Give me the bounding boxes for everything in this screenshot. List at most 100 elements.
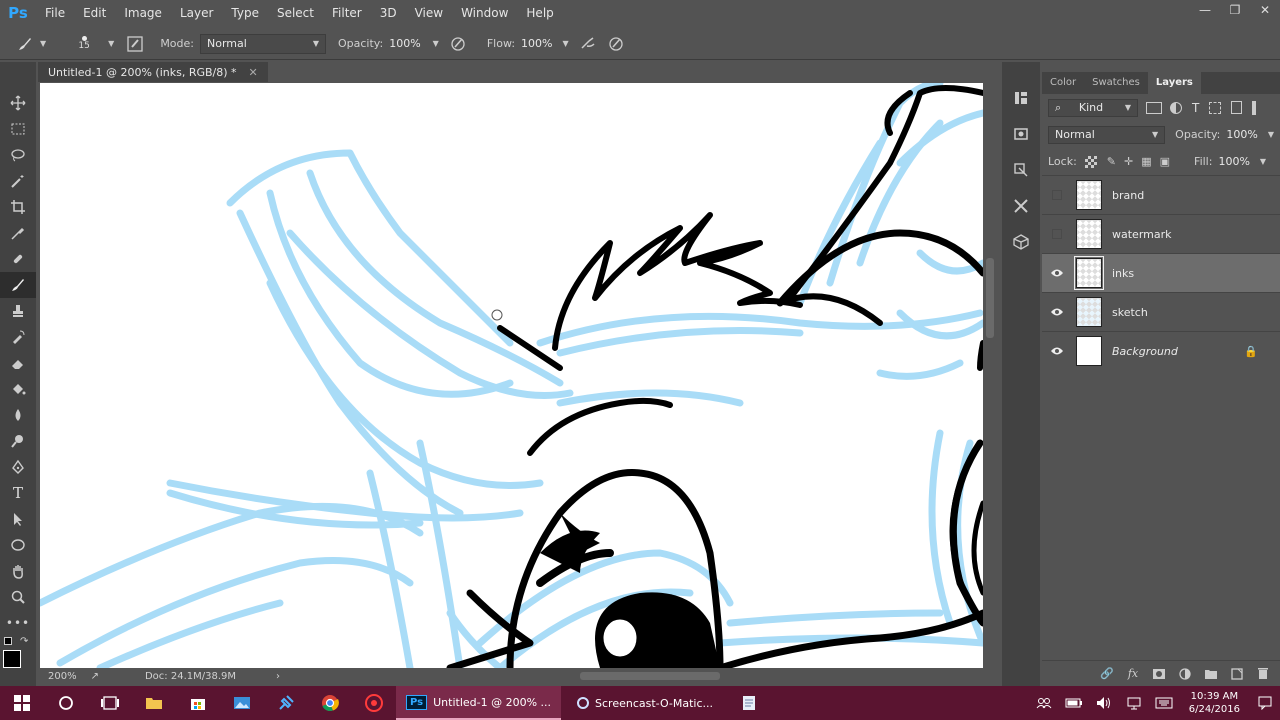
new-layer-icon[interactable] — [1226, 664, 1248, 684]
document-canvas[interactable] — [40, 83, 983, 668]
airbrush-icon[interactable] — [577, 33, 599, 55]
vertical-scrollbar[interactable] — [984, 83, 996, 668]
layer-kind-dropdown[interactable]: ⌕ Kind ▼ — [1048, 98, 1138, 117]
taskbar-app-screencast[interactable]: Screencast-O-Matic... — [567, 686, 723, 720]
brush-tool-icon[interactable] — [0, 272, 36, 298]
magic-wand-icon[interactable] — [0, 168, 36, 194]
path-selection-icon[interactable] — [0, 506, 36, 532]
add-mask-icon[interactable] — [1148, 664, 1170, 684]
menu-edit[interactable]: Edit — [74, 0, 115, 26]
brush-panel-icon[interactable] — [124, 33, 146, 55]
move-tool-icon[interactable] — [0, 90, 36, 116]
brush-size-chevron-icon[interactable]: ▼ — [108, 39, 114, 48]
pressure-size-icon[interactable] — [605, 33, 627, 55]
menu-type[interactable]: Type — [222, 0, 268, 26]
tool-preset-chevron-icon[interactable]: ▼ — [40, 39, 46, 48]
layer-name[interactable]: Background — [1112, 345, 1244, 358]
export-icon[interactable]: ↗ — [91, 671, 99, 682]
adjustment-layer-icon[interactable] — [1174, 664, 1196, 684]
battery-icon[interactable] — [1059, 686, 1089, 720]
menu-filter[interactable]: Filter — [323, 0, 371, 26]
default-colors-icon[interactable] — [4, 637, 12, 645]
visibility-toggle[interactable] — [1042, 346, 1072, 356]
filter-adjustment-icon[interactable] — [1170, 101, 1182, 114]
layer-row-watermark[interactable]: watermark — [1042, 214, 1280, 253]
file-explorer-icon[interactable] — [132, 686, 176, 720]
brush-tool-icon[interactable] — [14, 33, 36, 55]
visibility-toggle[interactable] — [1042, 268, 1072, 278]
paint-bucket-icon[interactable] — [0, 376, 36, 402]
chrome-icon[interactable] — [308, 686, 352, 720]
fill-chevron-icon[interactable]: ▼ — [1260, 157, 1266, 166]
lock-all-icon[interactable]: ▣ — [1160, 155, 1170, 168]
eyedropper-icon[interactable] — [0, 220, 36, 246]
menu-3d[interactable]: 3D — [371, 0, 406, 26]
zoom-level[interactable]: 200% — [48, 671, 77, 682]
tab-layers[interactable]: Layers — [1147, 72, 1201, 94]
visibility-toggle[interactable] — [1042, 307, 1072, 317]
minimize-icon[interactable]: — — [1190, 0, 1220, 20]
link-layers-icon[interactable]: 🔗 — [1096, 664, 1118, 684]
filter-smart-object-icon[interactable] — [1231, 101, 1243, 114]
layer-row-brand[interactable]: brand — [1042, 175, 1280, 214]
brush-size-picker[interactable]: 15 — [64, 36, 104, 51]
pin-app-icon[interactable] — [264, 686, 308, 720]
layer-name[interactable]: sketch — [1112, 306, 1280, 319]
volume-icon[interactable] — [1089, 686, 1119, 720]
visibility-toggle[interactable] — [1042, 190, 1072, 200]
layer-name[interactable]: inks — [1112, 267, 1280, 280]
menu-window[interactable]: Window — [452, 0, 517, 26]
history-brush-icon[interactable] — [0, 324, 36, 350]
marquee-tool-icon[interactable] — [0, 116, 36, 142]
vertical-scroll-thumb[interactable] — [986, 258, 994, 338]
eraser-icon[interactable] — [0, 350, 36, 376]
new-group-folder-icon[interactable] — [1200, 664, 1222, 684]
menu-file[interactable]: File — [36, 0, 74, 26]
menu-image[interactable]: Image — [115, 0, 171, 26]
delete-layer-icon[interactable] — [1252, 664, 1274, 684]
close-icon[interactable]: ✕ — [1250, 0, 1280, 20]
horizontal-scroll-thumb[interactable] — [580, 672, 720, 680]
close-tab-icon[interactable]: ✕ — [249, 66, 258, 79]
restore-icon[interactable]: ❐ — [1220, 0, 1250, 20]
filter-toggle-icon[interactable] — [1252, 100, 1257, 115]
opacity-value[interactable]: 100% — [389, 37, 420, 50]
lasso-tool-icon[interactable] — [0, 142, 36, 168]
blend-mode-dropdown[interactable]: Normal ▼ — [1048, 125, 1166, 144]
layer-name[interactable]: watermark — [1112, 228, 1280, 241]
mode-dropdown[interactable]: Normal ▼ — [200, 33, 326, 54]
layer-name[interactable]: brand — [1112, 189, 1280, 202]
people-icon[interactable] — [1029, 686, 1059, 720]
layer-opacity-value[interactable]: 100% — [1226, 128, 1257, 141]
flow-chevron-icon[interactable]: ▼ — [563, 39, 569, 48]
ellipse-tool-icon[interactable] — [0, 532, 36, 558]
menu-layer[interactable]: Layer — [171, 0, 222, 26]
task-view-icon[interactable] — [88, 686, 132, 720]
tools-presets-icon[interactable] — [1002, 188, 1040, 224]
layer-row-sketch[interactable]: sketch — [1042, 292, 1280, 331]
taskbar-app-photoshop[interactable]: Ps Untitled-1 @ 200% ... — [396, 686, 562, 720]
menu-help[interactable]: Help — [517, 0, 562, 26]
flow-value[interactable]: 100% — [521, 37, 552, 50]
3d-panel-icon[interactable] — [1002, 224, 1040, 260]
hand-tool-icon[interactable] — [0, 558, 36, 584]
visibility-toggle[interactable] — [1042, 229, 1072, 239]
type-tool-icon[interactable]: T — [0, 480, 36, 506]
photos-app-icon[interactable] — [220, 686, 264, 720]
menu-view[interactable]: View — [406, 0, 452, 26]
tab-swatches[interactable]: Swatches — [1084, 72, 1148, 94]
opacity-chevron-icon[interactable]: ▼ — [1268, 130, 1274, 139]
dodge-tool-icon[interactable] — [0, 428, 36, 454]
menu-select[interactable]: Select — [268, 0, 323, 26]
opacity-chevron-icon[interactable]: ▼ — [433, 39, 439, 48]
healing-brush-icon[interactable] — [0, 246, 36, 272]
system-clock[interactable]: 10:39 AM 6/24/2016 — [1179, 690, 1250, 716]
blur-tool-icon[interactable] — [0, 402, 36, 428]
store-icon[interactable] — [176, 686, 220, 720]
notifications-icon[interactable] — [1250, 686, 1280, 720]
history-panel-icon[interactable] — [1002, 80, 1040, 116]
document-tab[interactable]: Untitled-1 @ 200% (inks, RGB/8) * ✕ — [38, 62, 268, 82]
lock-transparency-icon[interactable] — [1084, 155, 1097, 168]
doc-info[interactable]: Doc: 24.1M/38.9M — [145, 671, 236, 682]
cortana-search-icon[interactable] — [44, 686, 88, 720]
